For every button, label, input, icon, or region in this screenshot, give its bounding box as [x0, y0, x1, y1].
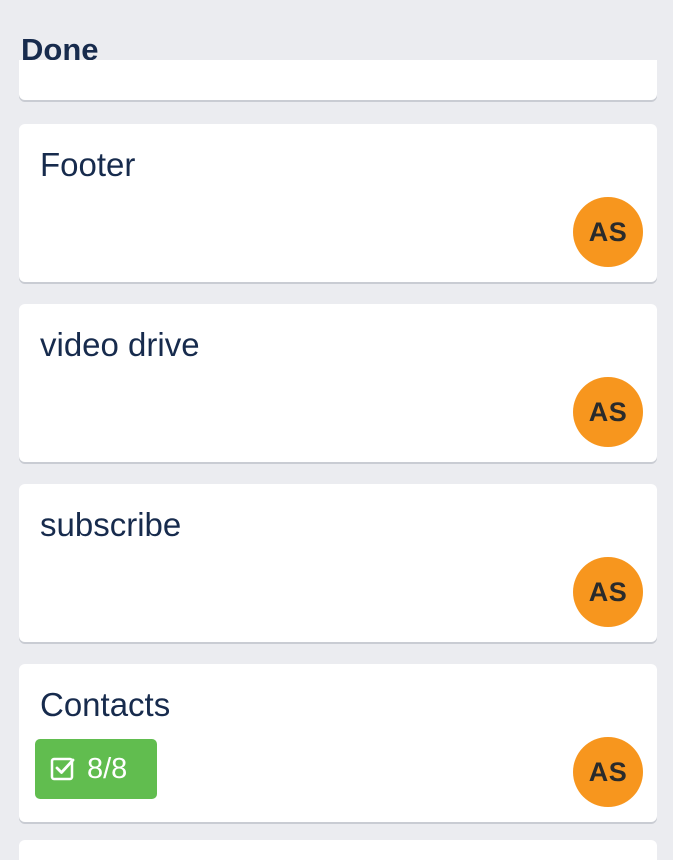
checklist-badge: 8/8: [35, 739, 157, 799]
card-partial[interactable]: [19, 60, 657, 100]
card-contacts[interactable]: Contacts 8/8 AS: [19, 664, 657, 822]
checkbox-checked-icon: [49, 755, 77, 783]
card-title: subscribe: [40, 506, 182, 543]
member-avatar[interactable]: AS: [573, 377, 643, 447]
card-subscribe[interactable]: subscribe AS: [19, 484, 657, 642]
card-title: video drive: [40, 326, 200, 363]
card-title: Contacts: [40, 686, 171, 723]
checklist-count: 8/8: [87, 752, 128, 785]
card-footer[interactable]: Footer AS: [19, 124, 657, 282]
member-avatar[interactable]: AS: [573, 197, 643, 267]
card-partial-bottom[interactable]: [19, 840, 657, 860]
card-video-drive[interactable]: video drive AS: [19, 304, 657, 462]
list-done: Done Footer AS video drive AS subscribe …: [0, 0, 673, 860]
card-title: Footer: [40, 146, 136, 183]
member-avatar[interactable]: AS: [573, 737, 643, 807]
member-avatar[interactable]: AS: [573, 557, 643, 627]
